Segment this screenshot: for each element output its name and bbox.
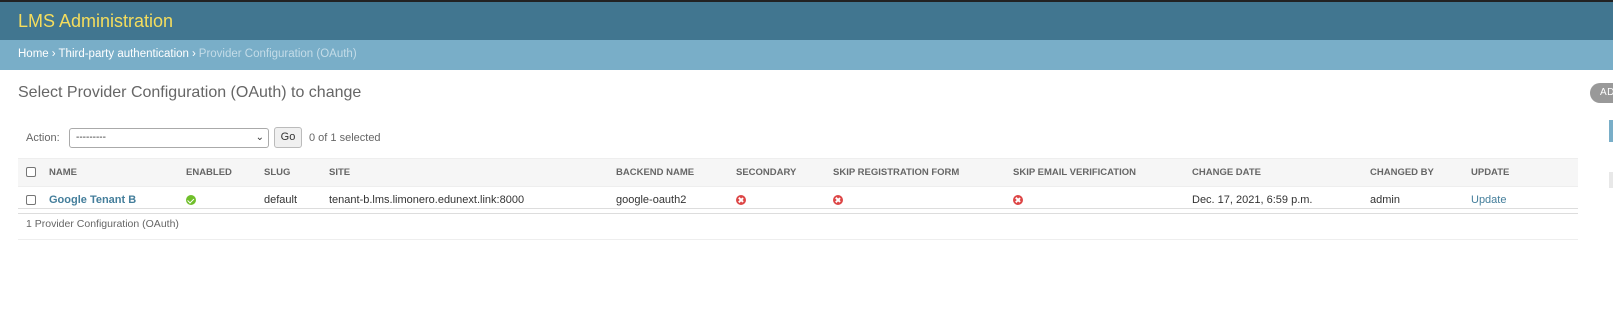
provider-name-link[interactable]: Google Tenant B xyxy=(49,194,136,206)
breadcrumb-section-link[interactable]: Third-party authentication xyxy=(59,48,189,60)
select-all-cell xyxy=(18,158,49,187)
column-header-name: Name xyxy=(49,158,186,187)
column-header-skip-email-verification: Skip email verification xyxy=(1013,158,1192,187)
x-circle-icon xyxy=(736,195,746,206)
action-select[interactable]: --------- ⌄ xyxy=(69,128,269,148)
breadcrumb: Home › Third-party authentication › Provider… xyxy=(0,40,1613,70)
column-header-change-date: Change date xyxy=(1192,158,1370,187)
results-table-container: Name Enabled Slug Site Backend name Seco… xyxy=(18,158,1578,214)
column-header-site: Site xyxy=(329,158,616,187)
column-header-backend-name: Backend name xyxy=(616,158,736,187)
column-header-slug: Slug xyxy=(264,158,329,187)
column-header-secondary: Secondary xyxy=(736,158,833,187)
admin-header: LMS Administration xyxy=(0,0,1613,40)
actions-bar: Action: --------- ⌄ Go 0 of 1 selected xyxy=(18,127,1578,151)
breadcrumb-separator: › xyxy=(191,48,196,60)
scrollbar-thumb[interactable] xyxy=(1609,120,1613,142)
x-circle-icon xyxy=(833,195,843,206)
selection-counter: 0 of 1 selected xyxy=(309,132,381,144)
row-select-checkbox[interactable] xyxy=(26,195,36,206)
paginator: 1 Provider Configuration (OAuth) xyxy=(18,208,1578,240)
table-header-row: Name Enabled Slug Site Backend name Seco… xyxy=(18,158,1578,187)
add-provider-button[interactable]: AD xyxy=(1590,83,1613,103)
go-button[interactable]: Go xyxy=(274,127,302,148)
check-circle-icon xyxy=(186,195,196,206)
action-select-value: --------- xyxy=(76,132,106,143)
select-all-checkbox[interactable] xyxy=(26,167,36,178)
column-header-enabled: Enabled xyxy=(186,158,264,187)
x-circle-icon xyxy=(1013,195,1023,206)
update-link[interactable]: Update xyxy=(1471,194,1506,206)
column-header-update: Update xyxy=(1471,158,1578,187)
breadcrumb-current: Provider Configuration (OAuth) xyxy=(198,48,357,60)
chevron-down-icon: ⌄ xyxy=(255,132,264,143)
column-header-skip-registration-form: Skip registration form xyxy=(833,158,1013,187)
scrollbar-segment xyxy=(1609,172,1613,188)
site-name[interactable]: LMS Administration xyxy=(18,11,173,32)
column-header-changed-by: Changed by xyxy=(1370,158,1471,187)
breadcrumb-separator: › xyxy=(51,48,56,60)
page-title: Select Provider Configuration (OAuth) to… xyxy=(18,84,362,101)
results-table: Name Enabled Slug Site Backend name Seco… xyxy=(18,158,1578,214)
action-label: Action: xyxy=(26,132,60,144)
scrollbar[interactable] xyxy=(1608,120,1613,210)
breadcrumb-home-link[interactable]: Home xyxy=(18,48,49,60)
